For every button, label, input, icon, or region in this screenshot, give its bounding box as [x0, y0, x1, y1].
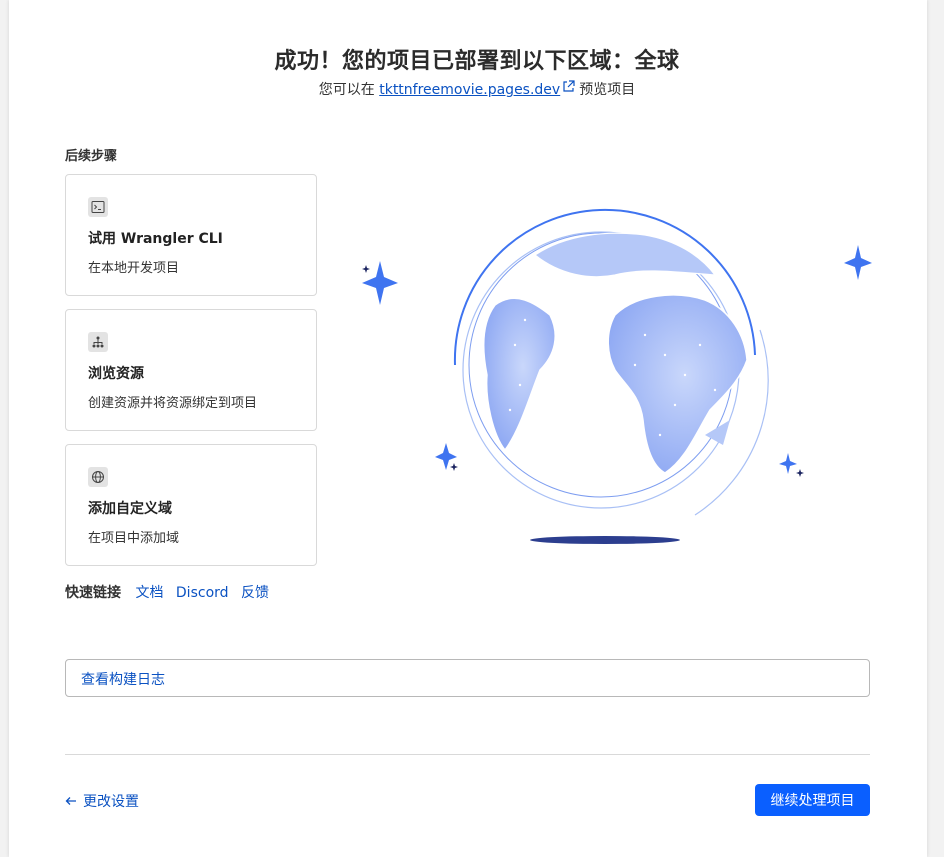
quick-links: 快速链接 文档 Discord 反馈 [65, 582, 277, 602]
globe-svg [362, 208, 872, 544]
terminal-icon [88, 197, 108, 217]
sparkle-icon [844, 245, 872, 280]
page-title: 成功！您的项目已部署到以下区域：全球 [274, 49, 680, 74]
card-custom-domain[interactable]: 添加自定义域 在项目中添加域 [65, 444, 317, 566]
card-browse-resources[interactable]: 浏览资源 创建资源并将资源绑定到项目 [65, 309, 317, 431]
globe-icon [88, 467, 108, 487]
quick-link-docs[interactable]: 文档 [135, 585, 163, 601]
main-panel: 成功！您的项目已部署到以下区域：全球 您可以在 tkttnfreemovie.p… [9, 0, 927, 857]
card-title: 添加自定义域 [88, 501, 172, 517]
continent-south-america [483, 297, 556, 452]
divider [65, 754, 870, 755]
quick-link-feedback[interactable]: 反馈 [241, 585, 269, 601]
continent-africa [607, 294, 748, 474]
external-link-icon[interactable] [562, 80, 575, 93]
subtitle-suffix: 预览项目 [579, 82, 636, 98]
project-url-link[interactable]: tkttnfreemovie.pages.dev [379, 82, 560, 98]
build-log-toggle[interactable]: 查看构建日志 [65, 659, 870, 697]
card-title: 试用 Wrangler CLI [88, 231, 223, 247]
quick-link-discord[interactable]: Discord [176, 585, 229, 601]
subtitle-prefix: 您可以在 [318, 82, 375, 98]
change-settings-label: 更改设置 [83, 794, 139, 810]
sparkle-icon [779, 453, 804, 477]
card-wrangler-cli[interactable]: 试用 Wrangler CLI 在本地开发项目 [65, 174, 317, 296]
card-description: 在本地开发项目 [88, 261, 180, 276]
next-steps-label: 后续步骤 [65, 149, 118, 164]
card-description: 创建资源并将资源绑定到项目 [88, 396, 258, 411]
card-title: 浏览资源 [88, 366, 144, 382]
continue-button[interactable]: 继续处理项目 [755, 784, 870, 816]
globe-illustration [345, 195, 885, 555]
continent-north [533, 232, 717, 278]
globe-shadow [530, 536, 680, 544]
resources-icon [88, 332, 108, 352]
card-description: 在项目中添加域 [88, 531, 180, 546]
page-subtitle: 您可以在 tkttnfreemovie.pages.dev 预览项目 [9, 79, 944, 99]
change-settings-link[interactable]: 更改设置 [65, 791, 139, 811]
sparkle-icon [435, 443, 458, 471]
quick-links-label: 快速链接 [65, 585, 121, 601]
arrow-left-icon [65, 797, 76, 805]
sparkle-icon [362, 261, 398, 305]
